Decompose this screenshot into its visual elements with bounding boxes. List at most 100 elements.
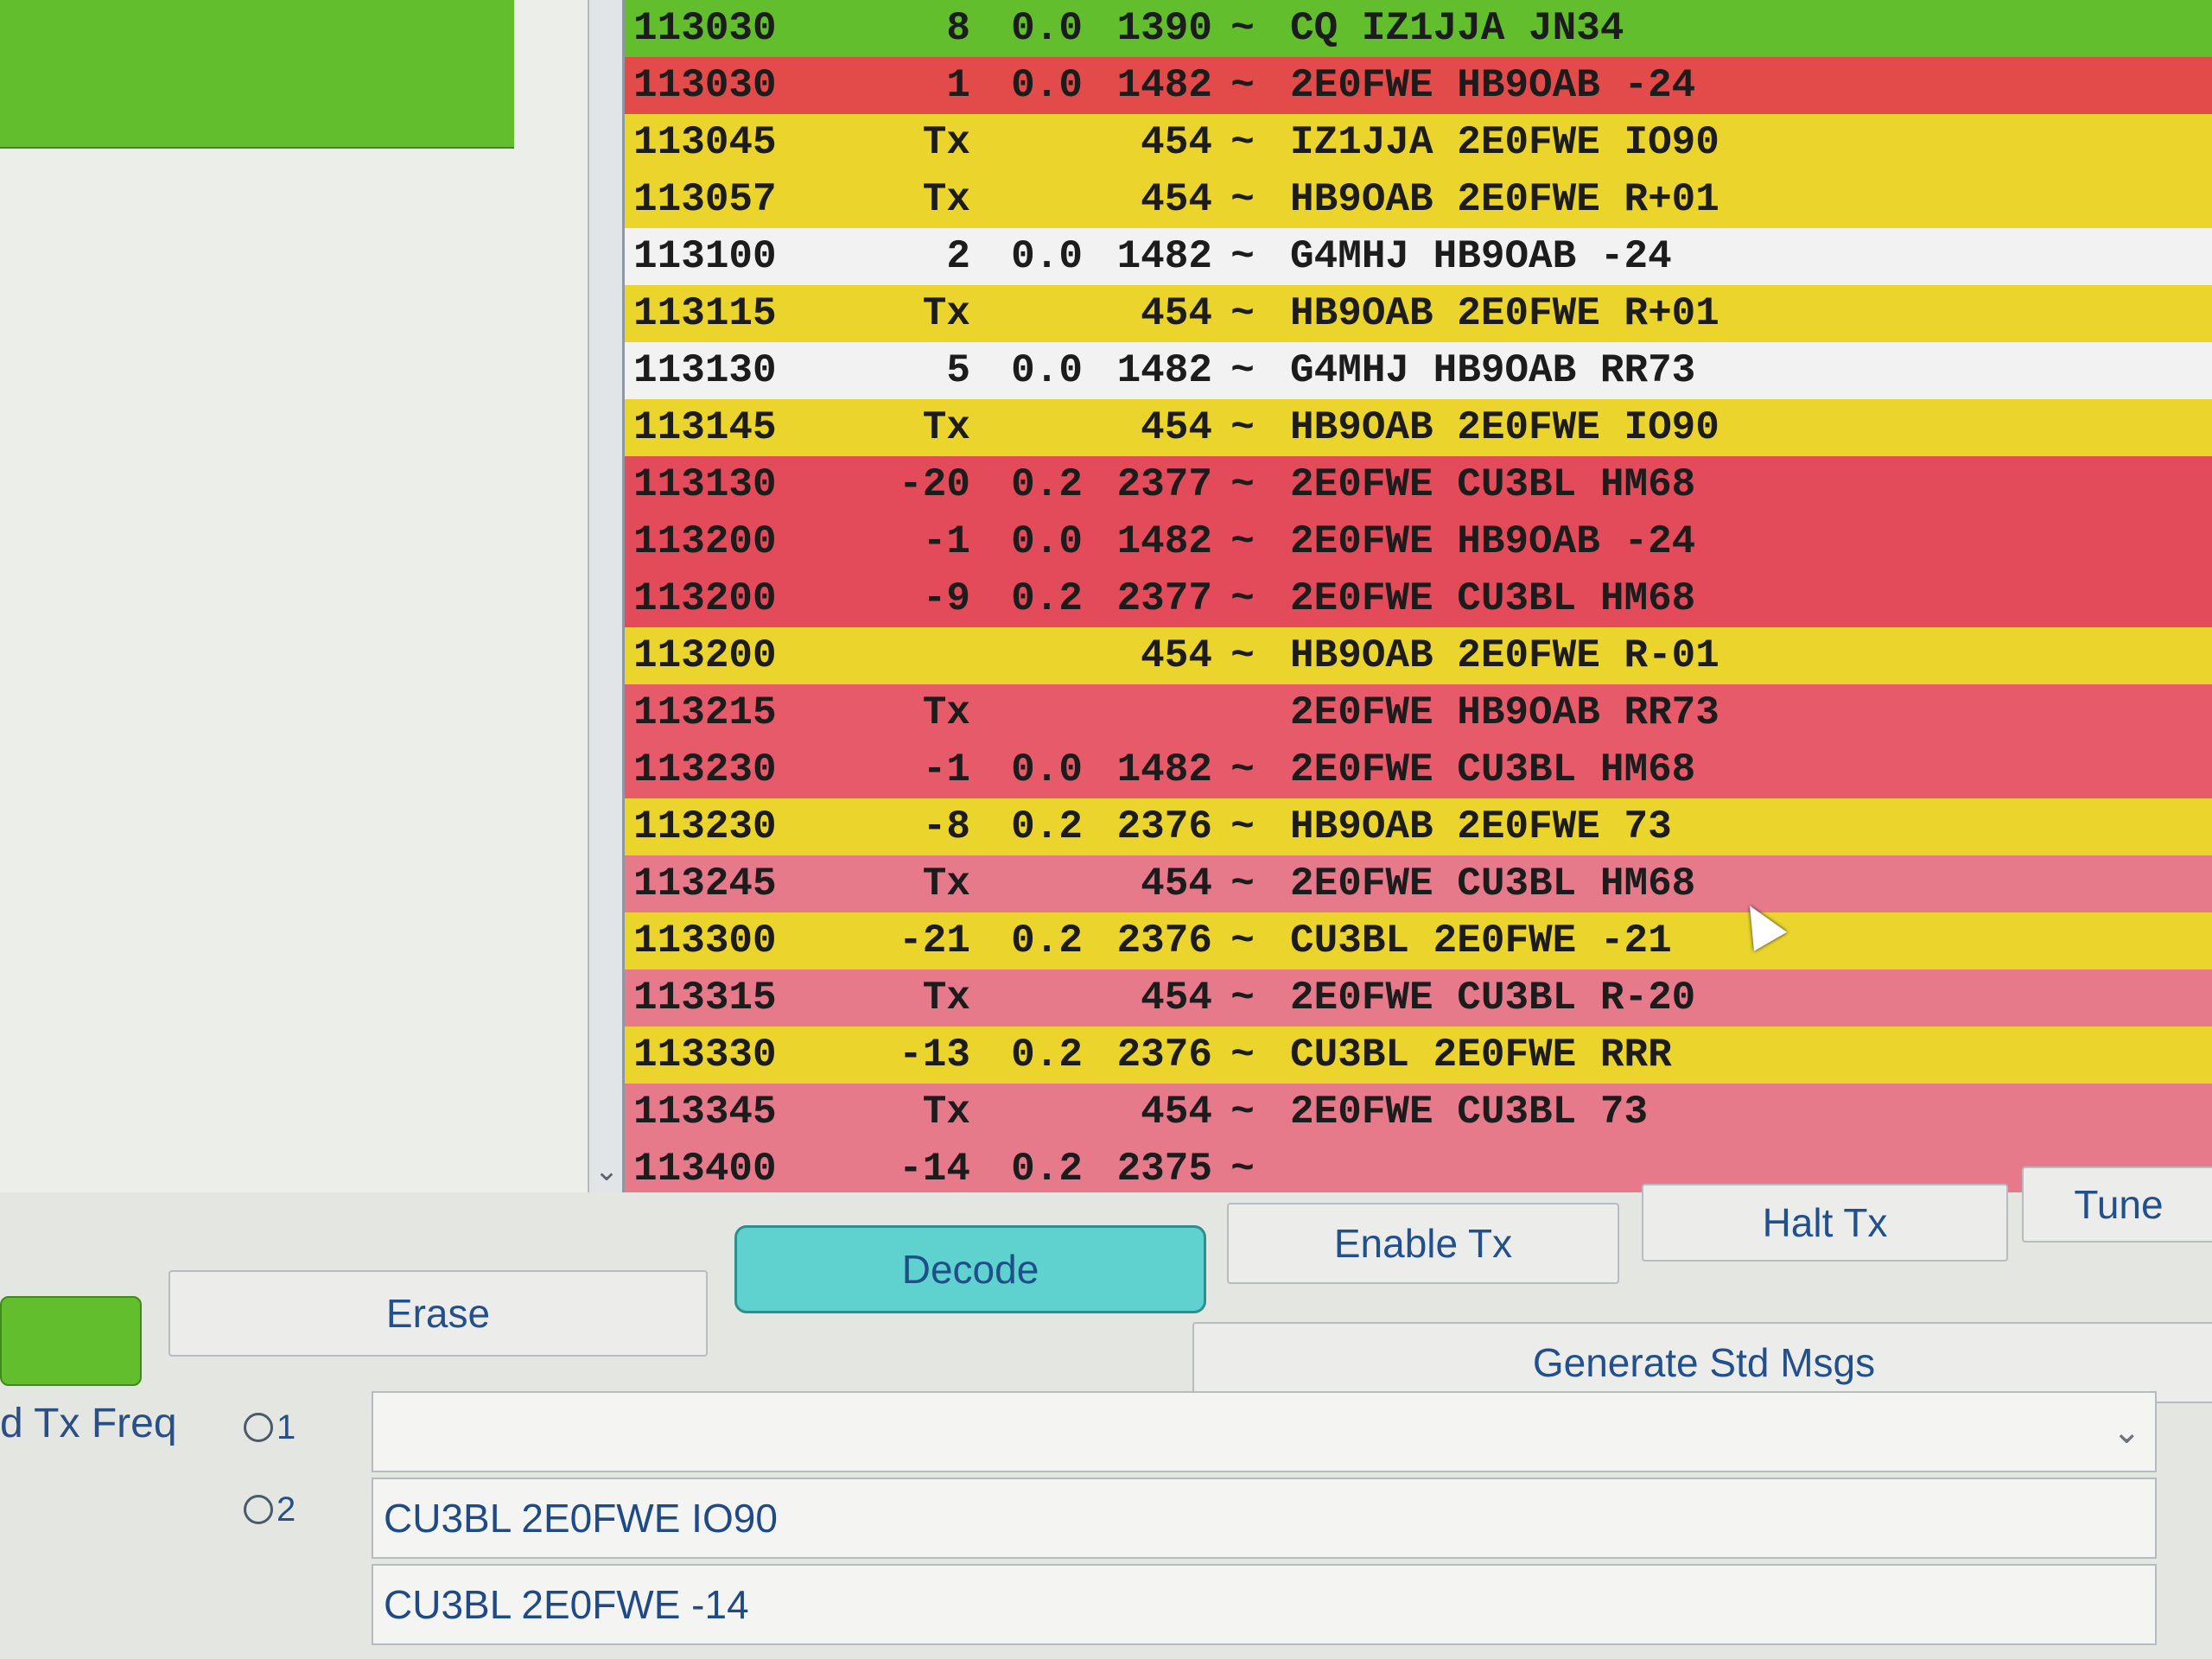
decode-time: 113230 [633,804,777,849]
decode-row[interactable]: 113230 -1 0.0 1482 ~2E0FWE CU3BL HM68 [625,741,2212,798]
decode-row[interactable]: 113330 -13 0.2 2376 ~ CU3BL 2E0FWE RRR [625,1027,2212,1084]
tx1-label: 1 [276,1408,296,1446]
decode-mode: ~ [1230,348,1255,393]
decode-freq: 454 [1141,177,1212,222]
decode-db: -8 [922,804,970,849]
controls-panel: Erase Decode Enable Tx Halt Tx Tune Gene… [0,1166,2212,1659]
decode-db: -21 [899,918,970,963]
decode-row[interactable]: 113345 Tx 454 ~2E0FWE CU3BL 73 [625,1084,2212,1141]
decode-time: 113200 [633,519,777,564]
decode-time: 113200 [633,576,777,621]
decode-mode: ~ [1230,1033,1255,1077]
tx1-radio-icon[interactable] [244,1413,273,1442]
decode-message: IZ1JJA 2E0FWE IO90 [1290,120,1719,165]
decode-time: 113030 [633,63,777,108]
decode-mode: ~ [1230,576,1255,621]
decode-row[interactable]: 113300 -21 0.2 2376 ~ CU3BL 2E0FWE -21 [625,912,2212,969]
left-scrollbar[interactable]: ⌄ [588,0,626,1192]
decode-message: 2E0FWE HB9OAB -24 [1290,519,1696,564]
decode-time: 113115 [633,291,777,336]
decode-freq: 2376 [1116,1033,1212,1077]
decode-dt: 0.0 [1011,234,1083,279]
tx2-message-field[interactable]: CU3BL 2E0FWE IO90 [372,1478,2157,1559]
decode-time: 113057 [633,177,777,222]
decode-db: Tx [922,861,970,906]
decode-row[interactable]: 113200 454 ~ HB9OAB 2E0FWE R-01 [625,627,2212,684]
tx3-message-value: CU3BL 2E0FWE -14 [384,1582,749,1627]
decode-row[interactable]: 113245 Tx 454 ~2E0FWE CU3BL HM68 [625,855,2212,912]
decode-row[interactable]: 113100 2 0.0 1482 ~ G4MHJ HB9OAB -24 [625,228,2212,285]
decode-row[interactable]: 113200 -1 0.0 1482 ~2E0FWE HB9OAB -24 [625,513,2212,570]
decode-message: G4MHJ HB9OAB -24 [1290,234,1672,279]
green-indicator [0,1296,142,1386]
decode-row[interactable]: 113130 5 0.0 1482 ~ G4MHJ HB9OAB RR73 [625,342,2212,399]
decode-row[interactable]: 113130 -20 0.2 2377 ~2E0FWE CU3BL HM68 [625,456,2212,513]
decode-db: 1 [946,63,970,108]
decode-row[interactable]: 113200 -9 0.2 2377 ~2E0FWE CU3BL HM68 [625,570,2212,627]
decode-time: 113300 [633,918,777,963]
tune-button[interactable]: Tune [2022,1166,2212,1243]
dropdown-chevron-icon[interactable]: ⌄ [2112,1393,2141,1471]
tx2-label: 2 [276,1491,296,1529]
decode-mode: ~ [1230,462,1255,507]
decode-row[interactable]: 113045 Tx 454 ~ IZ1JJA 2E0FWE IO90 [625,114,2212,171]
tx3-message-field[interactable]: CU3BL 2E0FWE -14 [372,1564,2157,1645]
decode-message: HB9OAB 2E0FWE R+01 [1290,177,1719,222]
decode-mode: ~ [1230,234,1255,279]
decode-dt: 0.0 [1011,6,1083,51]
tx2-radio-icon[interactable] [244,1495,273,1524]
decode-db: Tx [922,1090,970,1135]
decode-time: 113315 [633,976,777,1020]
decode-time: 113215 [633,690,777,735]
decode-row[interactable]: 113215 Tx 2E0FWE HB9OAB RR73 [625,684,2212,741]
decode-message: 2E0FWE CU3BL HM68 [1290,576,1696,621]
enable-tx-button[interactable]: Enable Tx [1227,1203,1619,1284]
decode-message: 2E0FWE CU3BL HM68 [1290,861,1696,906]
left-panel [0,0,590,1279]
decode-mode: ~ [1230,1090,1255,1135]
decode-row[interactable]: 113057 Tx 454 ~ HB9OAB 2E0FWE R+01 [625,171,2212,228]
decode-time: 113145 [633,405,777,450]
decode-message: 2E0FWE HB9OAB RR73 [1290,690,1719,735]
decode-message: HB9OAB 2E0FWE 73 [1290,804,1672,849]
decode-row[interactable]: 113230 -8 0.2 2376 ~ HB9OAB 2E0FWE 73 [625,798,2212,855]
decode-freq: 454 [1141,976,1212,1020]
decode-dt: 0.2 [1011,576,1083,621]
decode-db: -14 [899,1147,970,1192]
decode-freq: 1482 [1116,747,1212,792]
decode-message: 2E0FWE HB9OAB -24 [1290,63,1696,108]
decode-mode: ~ [1230,519,1255,564]
decode-row[interactable]: 113115 Tx 454 ~ HB9OAB 2E0FWE R+01 [625,285,2212,342]
decode-message: CU3BL 2E0FWE -21 [1290,918,1672,963]
decode-row[interactable]: 113145 Tx 454 ~ HB9OAB 2E0FWE IO90 [625,399,2212,456]
decode-button[interactable]: Decode [734,1225,1206,1313]
decode-dt: 0.0 [1011,63,1083,108]
tx-freq-label: d Tx Freq [0,1401,177,1446]
tx2-message-value: CU3BL 2E0FWE IO90 [384,1496,778,1541]
decode-dt: 0.2 [1011,462,1083,507]
decode-dt: 0.0 [1011,747,1083,792]
decode-time: 113130 [633,462,777,507]
decode-freq: 2376 [1116,918,1212,963]
decode-freq: 2375 [1116,1147,1212,1192]
halt-tx-button[interactable]: Halt Tx [1642,1184,2008,1262]
decode-message: CQ IZ1JJA JN34 [1290,6,1624,51]
decode-db: 8 [946,6,970,51]
decode-row[interactable]: 113030 1 0.0 1482 ~2E0FWE HB9OAB -24 [625,57,2212,114]
decode-db: 2 [946,234,970,279]
decode-db: -1 [922,747,970,792]
decode-time: 113230 [633,747,777,792]
decode-db: -20 [899,462,970,507]
decode-db: -13 [899,1033,970,1077]
scroll-down-chevron-icon[interactable]: ⌄ [589,1149,624,1192]
decode-time: 113100 [633,234,777,279]
decode-freq: 1482 [1116,519,1212,564]
erase-button[interactable]: Erase [168,1270,708,1357]
decode-db: Tx [922,690,970,735]
decode-row[interactable]: 113030 8 0.0 1390 ~ CQ IZ1JJA JN34 [625,0,2212,57]
tx1-message-field[interactable]: ⌄ [372,1391,2157,1472]
decode-dt: 0.0 [1011,348,1083,393]
decode-row[interactable]: 113315 Tx 454 ~2E0FWE CU3BL R-20 [625,969,2212,1027]
decode-message: HB9OAB 2E0FWE R+01 [1290,291,1719,336]
decode-dt: 0.0 [1011,519,1083,564]
